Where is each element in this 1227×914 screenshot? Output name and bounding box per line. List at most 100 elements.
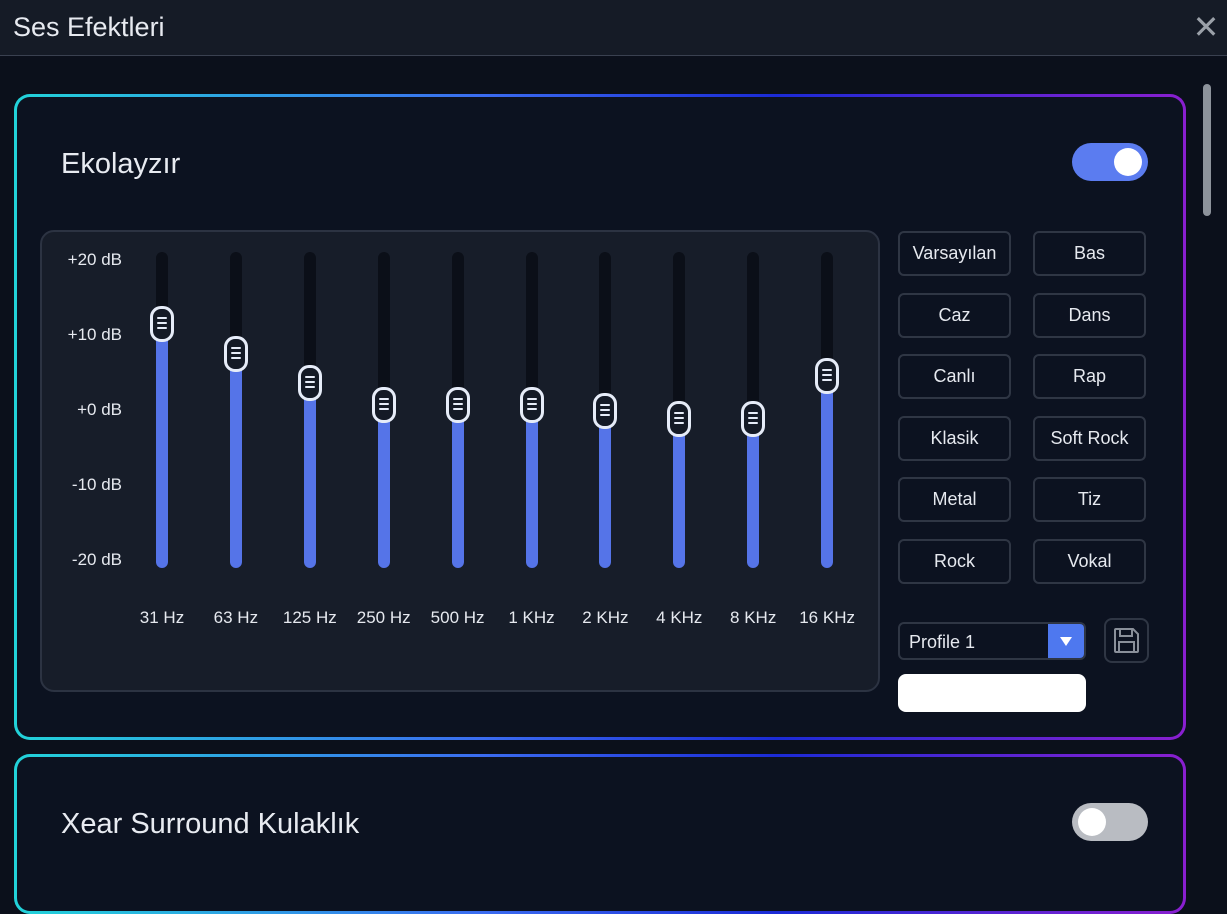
db-scale-label: -10 dB	[71, 475, 122, 494]
eq-slider-track[interactable]	[667, 252, 692, 568]
eq-slider-track[interactable]	[445, 252, 470, 568]
grip-line	[452, 398, 463, 401]
grip-line	[304, 376, 315, 379]
grip-line	[748, 417, 759, 420]
preset-button[interactable]: Bas	[1033, 231, 1146, 276]
frequency-label: 500 Hz	[430, 608, 485, 627]
eq-slider-fill	[747, 419, 760, 568]
eq-slider-track[interactable]	[150, 252, 174, 568]
surround-card: Xear Surround Kulaklık	[14, 754, 1186, 914]
grip-line	[157, 321, 167, 324]
frequency-label: 4 KHz	[656, 608, 703, 627]
equalizer-card-body: Ekolayzır +20 dB +10 dB +0 dB -10 dB -20 dB …	[17, 97, 1183, 737]
eq-slider-handle[interactable]	[223, 335, 248, 372]
eq-slider-track[interactable]	[741, 252, 766, 568]
grip-line	[378, 398, 389, 401]
eq-slider-handle[interactable]	[150, 305, 174, 342]
close-icon[interactable]: ✕	[1189, 10, 1223, 44]
frequency-label: 63 Hz	[213, 608, 259, 627]
eq-slider-fill	[599, 410, 612, 568]
surround-toggle[interactable]	[1072, 803, 1148, 841]
db-scale-label: +10 dB	[67, 325, 122, 344]
preset-button[interactable]: Varsayılan	[898, 231, 1011, 276]
preset-button[interactable]: Tiz	[1033, 477, 1146, 522]
save-profile-button[interactable]	[1104, 618, 1149, 663]
title-bar: Ses Efektleri ✕	[0, 0, 1227, 56]
eq-slider-fill	[673, 419, 686, 568]
frequency-label: 2 KHz	[582, 608, 629, 627]
equalizer-toggle[interactable]	[1072, 143, 1148, 181]
preset-button[interactable]: Vokal	[1033, 538, 1146, 584]
profile-select[interactable]: Profile 1	[898, 622, 1086, 660]
profile-name-input[interactable]	[898, 674, 1086, 712]
eq-slider-fill	[525, 405, 538, 568]
grip-line	[822, 378, 833, 381]
grip-line	[378, 408, 389, 411]
equalizer-title: Ekolayzır	[61, 148, 181, 180]
frequency-label: 8 KHz	[730, 608, 777, 627]
eq-slider-track[interactable]	[223, 252, 248, 568]
grip-line	[674, 412, 685, 415]
eq-slider-track[interactable]	[297, 252, 322, 568]
grip-line	[452, 403, 463, 406]
profile-select-value: Profile 1	[909, 632, 976, 652]
surround-title: Xear Surround Kulaklık	[61, 808, 360, 840]
preset-button[interactable]: Dans	[1033, 292, 1146, 338]
grip-line	[600, 403, 611, 406]
grip-line	[230, 351, 241, 354]
grip-line	[822, 373, 833, 376]
eq-slider-fill	[229, 353, 242, 568]
grip-line	[526, 403, 537, 406]
frequency-label: 31 Hz	[139, 608, 185, 627]
grip-line	[674, 417, 685, 420]
grip-line	[600, 413, 611, 416]
grip-line	[230, 356, 241, 359]
eq-slider-fill	[377, 405, 390, 568]
eq-slider-fill	[451, 405, 464, 568]
chevron-down-icon[interactable]	[1048, 624, 1084, 658]
eq-slider-handle[interactable]	[815, 357, 840, 394]
eq-slider-handle[interactable]	[371, 387, 396, 424]
preset-button[interactable]: Soft Rock	[1033, 415, 1146, 461]
grip-line	[157, 316, 167, 319]
frequency-label: 16 KHz	[799, 608, 855, 627]
grip-line	[748, 422, 759, 425]
eq-slider-track[interactable]	[815, 252, 840, 568]
grip-line	[822, 368, 833, 371]
frequency-label: 125 Hz	[282, 608, 337, 627]
eq-slider-track[interactable]	[371, 252, 396, 568]
eq-slider-handle[interactable]	[445, 387, 470, 424]
scrollbar-thumb[interactable]	[1203, 84, 1211, 216]
preset-button[interactable]: Metal	[898, 477, 1011, 522]
grip-line	[526, 408, 537, 411]
grip-line	[157, 326, 167, 329]
eq-slider-fill	[821, 375, 834, 568]
grip-line	[304, 386, 315, 389]
grip-line	[600, 408, 611, 411]
grip-line	[452, 408, 463, 411]
frequency-label: 250 Hz	[356, 608, 411, 627]
equalizer-panel: +20 dB +10 dB +0 dB -10 dB -20 dB 31 Hz 63 Hz…	[40, 230, 880, 692]
window-title: Ses Efektleri	[13, 12, 165, 42]
eq-slider-track[interactable]	[593, 252, 618, 568]
grip-line	[526, 398, 537, 401]
preset-button[interactable]: Canlı	[898, 354, 1011, 399]
grip-line	[378, 403, 389, 406]
db-scale-label: -20 dB	[71, 550, 122, 569]
preset-button[interactable]: Klasik	[898, 415, 1011, 461]
eq-slider-handle[interactable]	[593, 392, 618, 429]
preset-button[interactable]: Rap	[1033, 354, 1146, 399]
eq-slider-fill	[156, 323, 168, 568]
frequency-label: 1 KHz	[508, 608, 555, 627]
eq-slider-handle[interactable]	[297, 365, 322, 402]
eq-slider-handle[interactable]	[667, 401, 692, 438]
eq-slider-handle[interactable]	[741, 401, 766, 438]
grip-line	[674, 422, 685, 425]
eq-slider-handle[interactable]	[519, 387, 544, 424]
preset-button[interactable]: Rock	[898, 538, 1011, 584]
toggle-knob	[1114, 148, 1142, 176]
eq-slider-track[interactable]	[519, 252, 544, 568]
save-icon	[1114, 628, 1139, 653]
preset-button[interactable]: Caz	[898, 292, 1011, 338]
surround-card-body: Xear Surround Kulaklık	[17, 757, 1183, 911]
